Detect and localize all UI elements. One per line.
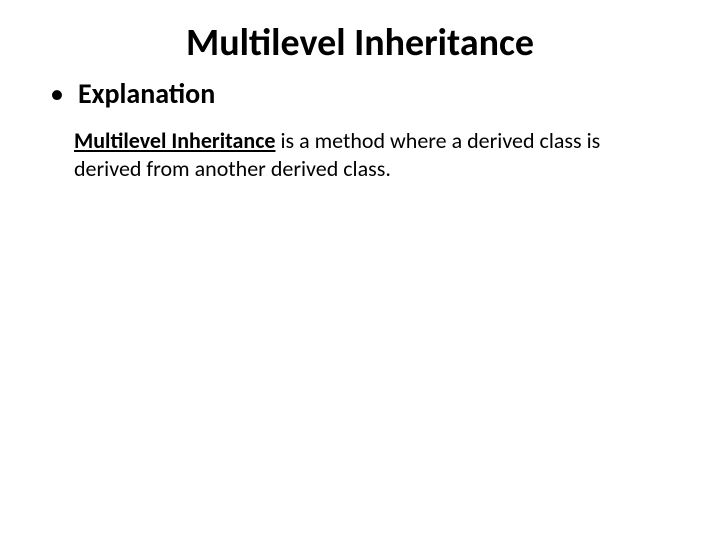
slide-title: Multilevel Inheritance xyxy=(0,20,720,66)
bullet-dot-icon: • xyxy=(50,80,64,108)
bullet-label: Explanation xyxy=(78,76,215,111)
slide-content: • Explanation Multilevel Inheritance is … xyxy=(0,76,720,182)
bullet-item: • Explanation xyxy=(50,76,670,111)
body-paragraph: Multilevel Inheritance is a method where… xyxy=(50,127,670,182)
definition-term: Multilevel Inheritance xyxy=(74,127,275,154)
